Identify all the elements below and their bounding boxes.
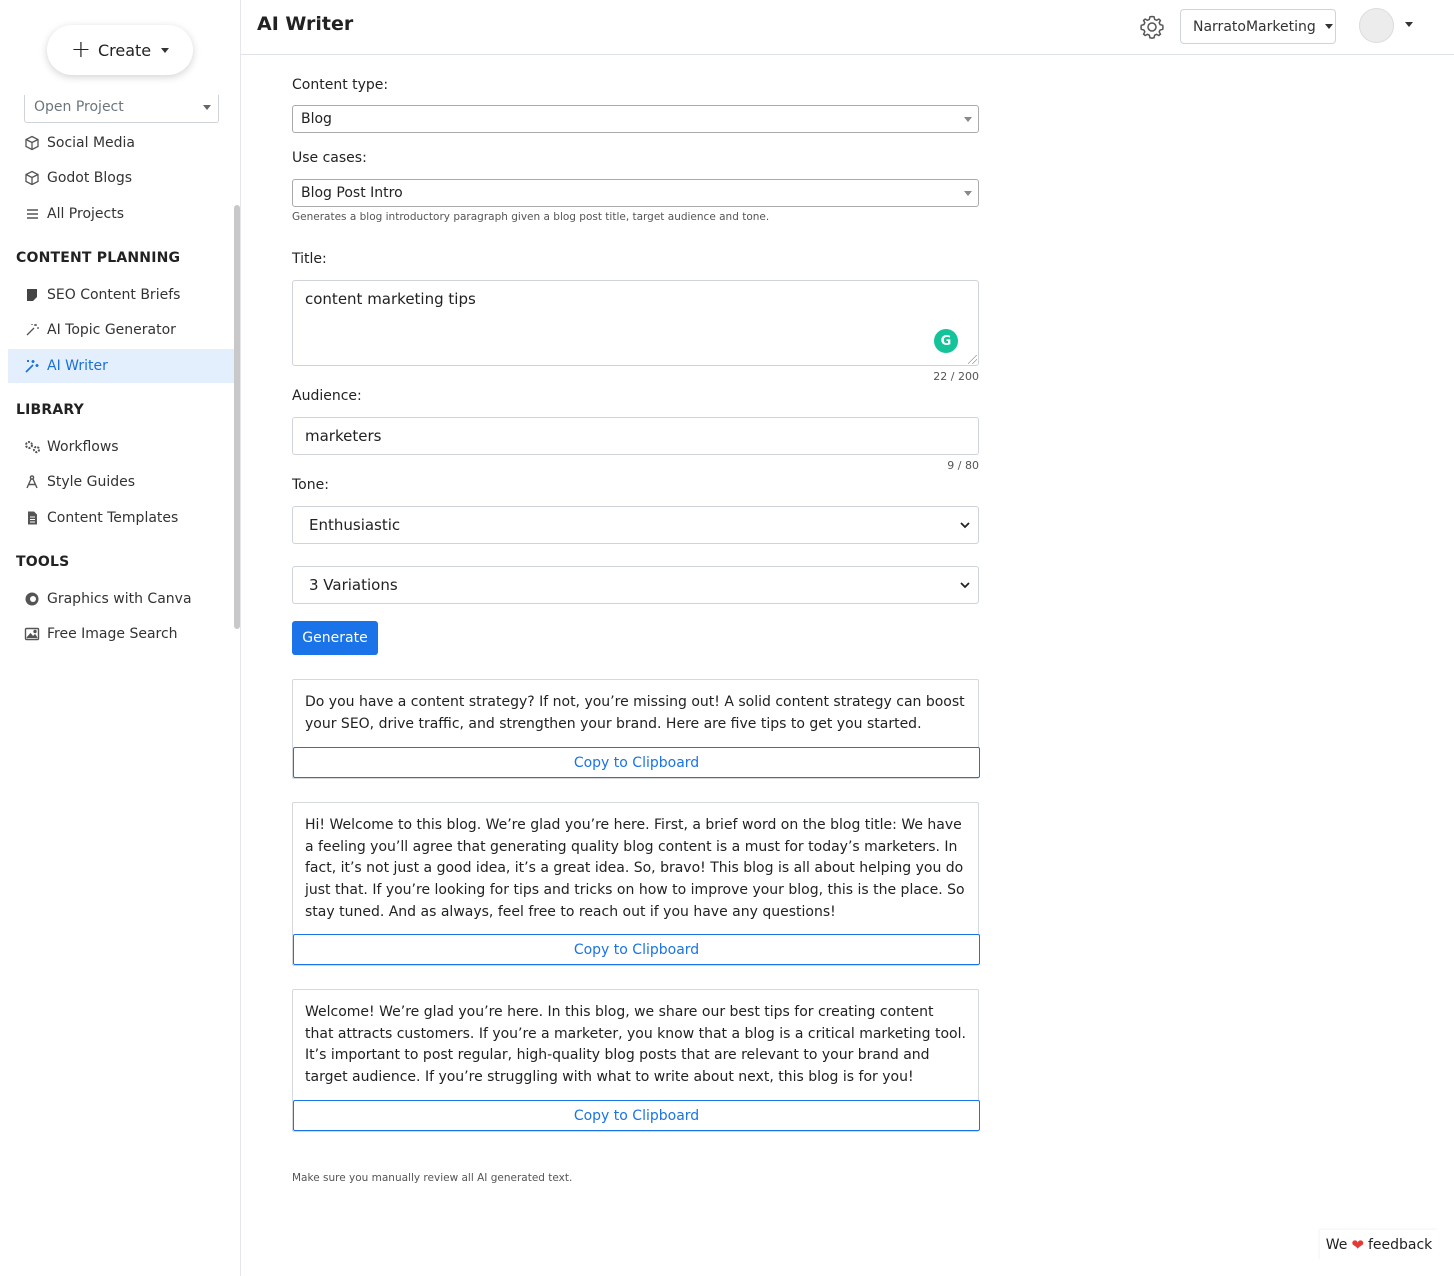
- tone-select[interactable]: Enthusiastic: [292, 506, 979, 544]
- chevron-down-icon: [960, 582, 970, 589]
- compass-icon: [24, 474, 46, 490]
- account-name: NarratoMarketing: [1193, 18, 1316, 35]
- account-switcher-button[interactable]: NarratoMarketing: [1180, 9, 1336, 44]
- sidebar-item-graphics-with-canva[interactable]: Graphics with Canva: [8, 582, 234, 616]
- result-card: Hi! Welcome to this blog. We’re glad you…: [292, 802, 980, 966]
- copy-to-clipboard-button[interactable]: Copy to Clipboard: [293, 934, 980, 965]
- grammarly-icon[interactable]: G: [934, 329, 958, 353]
- copy-to-clipboard-button[interactable]: Copy to Clipboard: [293, 1100, 980, 1131]
- ai-review-disclaimer: Make sure you manually review all AI gen…: [292, 1172, 573, 1184]
- result-text: Hi! Welcome to this blog. We’re glad you…: [305, 817, 965, 920]
- result-text: Welcome! We’re glad you’re here. In this…: [305, 1004, 966, 1086]
- feedback-button[interactable]: We ❤ feedback: [1320, 1230, 1438, 1260]
- cube-icon: [24, 170, 46, 186]
- sidebar-item-label: AI Writer: [47, 358, 108, 374]
- sidebar-item-free-image-search[interactable]: Free Image Search: [8, 617, 234, 651]
- create-label: Create: [97, 40, 152, 60]
- audience-label: Audience:: [292, 388, 362, 404]
- note-icon: [24, 287, 46, 303]
- sidebar-item-all-projects[interactable]: All Projects: [8, 197, 234, 231]
- chevron-down-icon: [161, 47, 170, 53]
- chevron-down-icon: [203, 105, 211, 110]
- sidebar-item-content-templates[interactable]: Content Templates: [8, 501, 234, 535]
- image-icon: [24, 626, 46, 642]
- sidebar-item-godot-blogs[interactable]: Godot Blogs: [8, 161, 234, 195]
- title-value: content marketing tips: [305, 290, 476, 308]
- result-card: Welcome! We’re glad you’re here. In this…: [292, 989, 980, 1132]
- sidebar-item-ai-writer[interactable]: AI Writer: [8, 349, 234, 383]
- sidebar-item-style-guides[interactable]: Style Guides: [8, 465, 234, 499]
- result-card: Do you have a content strategy? If not, …: [292, 679, 980, 779]
- tone-label: Tone:: [292, 477, 329, 493]
- sidebar-item-seo-content-briefs[interactable]: SEO Content Briefs: [8, 278, 234, 312]
- sidebar-item-ai-topic-generator[interactable]: AI Topic Generator: [8, 313, 234, 347]
- sidebar-item-label: Godot Blogs: [47, 170, 133, 186]
- avatar[interactable]: [1359, 8, 1394, 43]
- variations-select[interactable]: 3 Variations: [292, 566, 979, 604]
- sidebar-item-label: SEO Content Briefs: [47, 287, 181, 303]
- gears-icon: [24, 440, 46, 454]
- sidebar-item-label: Style Guides: [47, 474, 136, 490]
- document-icon: [24, 510, 46, 526]
- resize-handle[interactable]: [968, 355, 977, 364]
- title-label: Title:: [292, 251, 327, 267]
- feedback-suffix: feedback: [1367, 1237, 1433, 1253]
- audience-input[interactable]: marketers: [292, 417, 979, 455]
- feedback-prefix: We: [1325, 1237, 1348, 1253]
- section-title-library: LIBRARY: [16, 402, 84, 418]
- tone-value: Enthusiastic: [309, 516, 401, 534]
- sidebar-item-label: Social Media: [47, 135, 136, 151]
- content-type-select[interactable]: Blog: [292, 105, 979, 133]
- sidebar-item-label: Graphics with Canva: [47, 591, 192, 607]
- use-case-select[interactable]: Blog Post Intro: [292, 179, 979, 207]
- chevron-down-icon[interactable]: [1405, 22, 1413, 27]
- page-title: AI Writer: [257, 13, 354, 35]
- magic-wand-icon: [24, 322, 46, 338]
- copy-to-clipboard-button[interactable]: Copy to Clipboard: [293, 747, 980, 778]
- magic-wand-pen-icon: [24, 358, 46, 374]
- open-project-placeholder: Open Project: [34, 99, 124, 115]
- variations-value: 3 Variations: [309, 576, 398, 594]
- sidebar-item-label: AI Topic Generator: [47, 322, 176, 338]
- sidebar-item-label: Free Image Search: [47, 626, 178, 642]
- cube-icon: [24, 135, 46, 151]
- result-text: Do you have a content strategy? If not, …: [305, 694, 965, 732]
- sidebar-item-social-media[interactable]: Social Media: [8, 126, 234, 160]
- create-button[interactable]: + Create: [47, 25, 193, 75]
- section-title-tools: TOOLS: [16, 554, 70, 570]
- sidebar-item-workflows[interactable]: Workflows: [8, 430, 234, 464]
- gear-icon[interactable]: [1138, 13, 1166, 41]
- section-title-content-planning: CONTENT PLANNING: [16, 250, 181, 266]
- list-icon: [24, 206, 46, 222]
- sidebar-scrollbar[interactable]: [234, 205, 240, 629]
- chevron-down-icon: [1324, 24, 1333, 29]
- audience-char-counter: 9 / 80: [947, 459, 979, 472]
- sidebar: + Create Open Project Social Media Godot…: [0, 0, 241, 1276]
- audience-value: marketers: [305, 427, 382, 445]
- plus-icon: +: [70, 34, 91, 63]
- title-textarea[interactable]: content marketing tips G: [292, 280, 979, 366]
- canva-icon: [24, 591, 46, 607]
- top-header: AI Writer NarratoMarketing: [241, 0, 1454, 55]
- sidebar-item-label: All Projects: [47, 206, 124, 222]
- content-type-value: Blog: [301, 111, 332, 127]
- use-case-value: Blog Post Intro: [301, 185, 403, 201]
- use-cases-label: Use cases:: [292, 150, 367, 166]
- content-type-label: Content type:: [292, 77, 389, 93]
- generate-button[interactable]: Generate: [292, 621, 378, 655]
- open-project-select[interactable]: Open Project: [24, 95, 219, 123]
- chevron-down-icon: [964, 117, 972, 122]
- chevron-down-icon: [964, 191, 972, 196]
- title-char-counter: 22 / 200: [933, 370, 979, 383]
- sidebar-item-label: Content Templates: [47, 510, 179, 526]
- use-case-help-text: Generates a blog introductory paragraph …: [292, 211, 770, 223]
- chevron-down-icon: [960, 522, 970, 529]
- heart-icon: ❤: [1351, 1236, 1364, 1254]
- sidebar-item-label: Workflows: [47, 439, 119, 455]
